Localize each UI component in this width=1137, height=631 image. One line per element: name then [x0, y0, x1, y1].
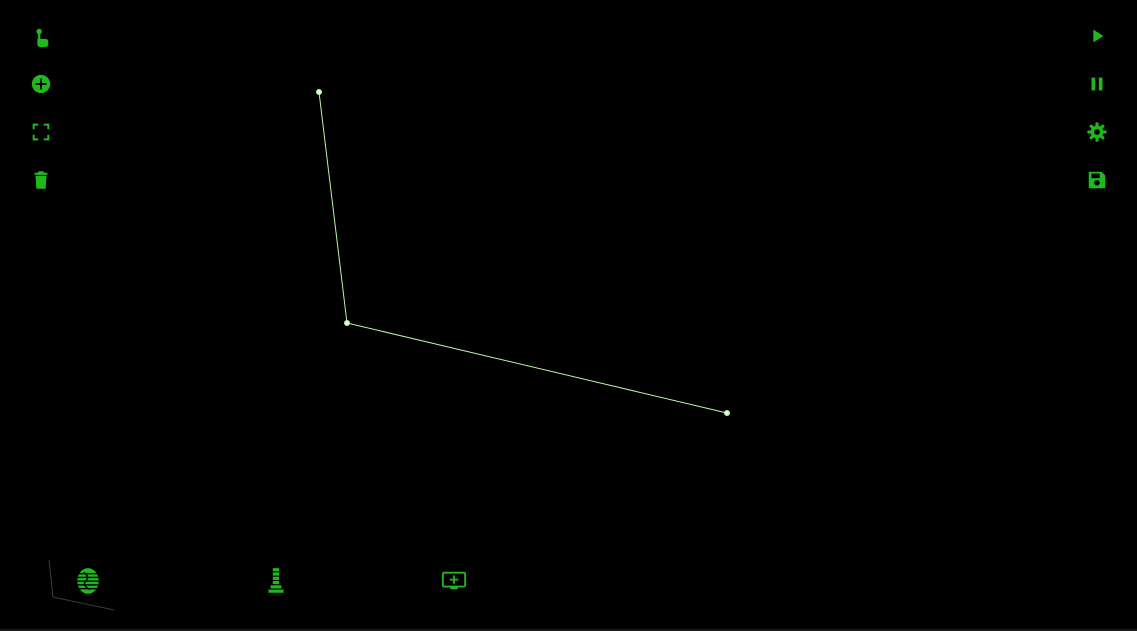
graph-node[interactable]	[724, 410, 730, 416]
graph-edge[interactable]	[318, 91, 348, 324]
tower-stack-icon	[268, 568, 284, 593]
graph-node[interactable]	[344, 320, 350, 326]
add-screen-button[interactable]	[437, 564, 471, 598]
tower-stack-button[interactable]	[259, 564, 293, 598]
add-screen-icon	[441, 571, 467, 590]
axis-line	[48, 559, 54, 598]
axis-line	[52, 596, 115, 611]
globe-stack-icon	[77, 568, 99, 594]
graph-canvas[interactable]	[0, 0, 1137, 631]
globe-stack-button[interactable]	[71, 564, 105, 598]
graph-edge[interactable]	[346, 322, 728, 414]
graph-node[interactable]	[316, 89, 322, 95]
